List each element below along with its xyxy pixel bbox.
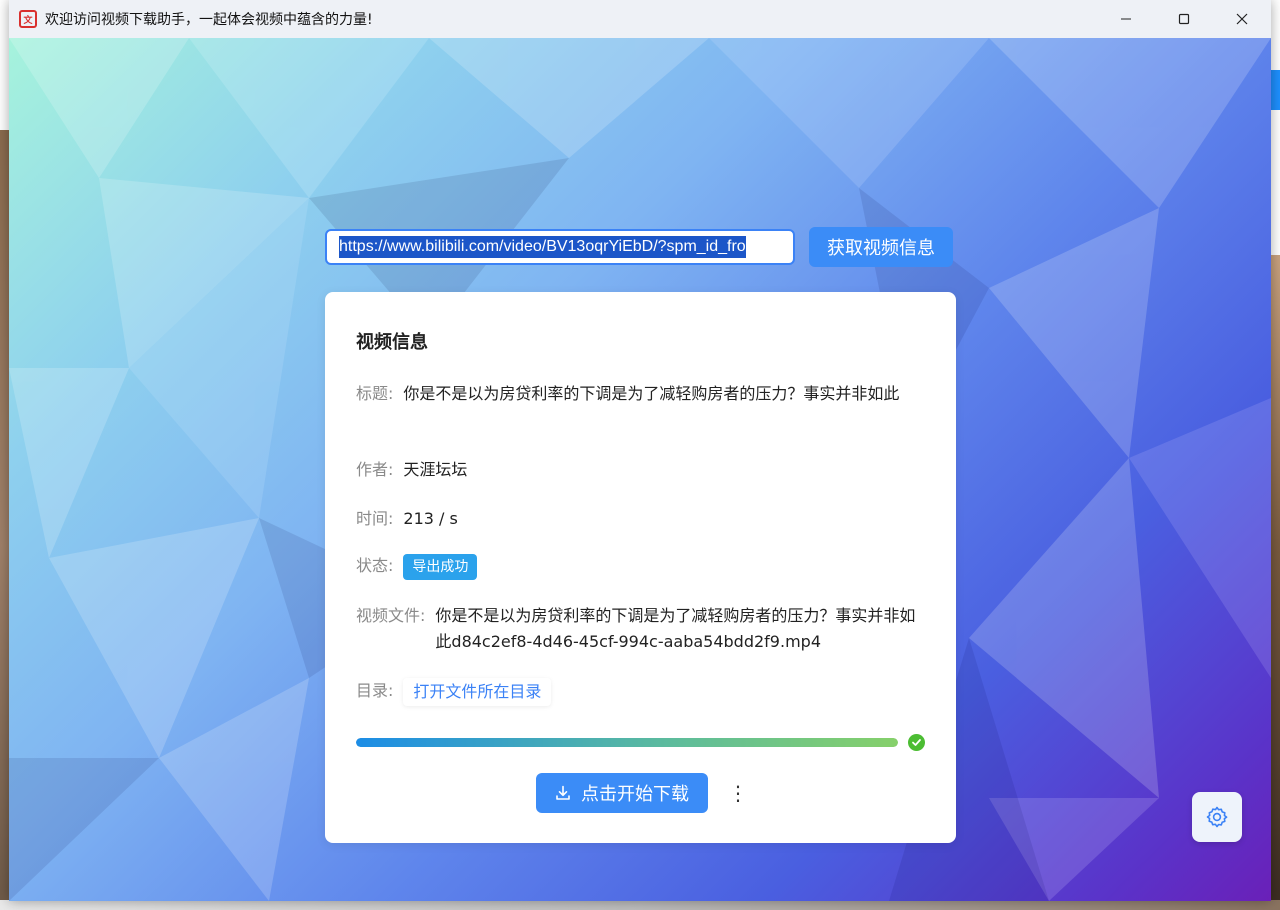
open-folder-link[interactable]: 打开文件所在目录	[403, 678, 552, 706]
title-label: 标题:	[356, 384, 394, 403]
app-icon-text: 文	[23, 15, 33, 26]
app-icon: 文	[19, 10, 37, 28]
progress-track	[356, 737, 898, 747]
time-row: 时间: 213 / s	[356, 506, 926, 532]
video-info-card: 视频信息 标题: 你是不是以为房贷利率的下调是为了减轻购房者的压力？事实并非如此…	[325, 292, 956, 843]
desktop-bottom-edge	[0, 900, 1280, 910]
author-row: 作者: 天涯坛坛	[356, 457, 926, 483]
app-window: 文 欢迎访问视频下载助手，一起体会视频中蕴含的力量! https://www.b…	[9, 0, 1271, 901]
dir-label: 目录:	[356, 681, 394, 700]
download-progress	[356, 732, 926, 752]
settings-button[interactable]	[1192, 792, 1242, 842]
main-content: https://www.bilibili.com/video/BV13oqrYi…	[9, 38, 1271, 901]
download-icon	[556, 785, 570, 800]
author-value: 天涯坛坛	[403, 460, 468, 479]
file-row: 视频文件: 你是不是以为房贷利率的下调是为了减轻购房者的压力？事实并非如此d84…	[356, 603, 926, 655]
minimize-button[interactable]	[1097, 0, 1155, 38]
dir-row: 目录: 打开文件所在目录	[356, 678, 926, 706]
download-actions: 点击开始下载 ⋮	[536, 773, 748, 813]
close-icon	[1236, 13, 1248, 25]
file-label: 视频文件:	[356, 606, 426, 625]
maximize-icon	[1178, 13, 1190, 25]
start-download-label: 点击开始下载	[581, 784, 689, 805]
url-row: https://www.bilibili.com/video/BV13oqrYi…	[325, 227, 956, 267]
window-controls	[1097, 0, 1271, 38]
time-value: 213 / s	[403, 509, 458, 528]
status-row: 状态: 导出成功	[356, 553, 926, 580]
status-badge: 导出成功	[403, 554, 478, 580]
more-vertical-icon[interactable]: ⋮	[728, 778, 748, 808]
window-title: 欢迎访问视频下载助手，一起体会视频中蕴含的力量!	[45, 12, 373, 28]
title-value: 你是不是以为房贷利率的下调是为了减轻购房者的压力？事实并非如此	[403, 384, 900, 403]
progress-fill	[356, 737, 898, 747]
maximize-button[interactable]	[1155, 0, 1213, 38]
url-input[interactable]: https://www.bilibili.com/video/BV13oqrYi…	[325, 229, 795, 265]
file-value: 你是不是以为房贷利率的下调是为了减轻购房者的压力？事实并非如此d84c2ef8-…	[435, 606, 916, 651]
author-label: 作者:	[356, 460, 394, 479]
close-button[interactable]	[1213, 0, 1271, 38]
minimize-icon	[1121, 18, 1131, 20]
url-input-value: https://www.bilibili.com/video/BV13oqrYi…	[339, 236, 746, 258]
title-bar[interactable]: 文 欢迎访问视频下载助手，一起体会视频中蕴含的力量!	[9, 0, 1271, 38]
desktop-right-edge	[1270, 0, 1280, 910]
status-label: 状态:	[356, 556, 394, 575]
gear-icon	[1206, 806, 1228, 828]
card-title: 视频信息	[356, 332, 428, 353]
start-download-button[interactable]: 点击开始下载	[536, 773, 708, 813]
title-row: 标题: 你是不是以为房贷利率的下调是为了减轻购房者的压力？事实并非如此	[356, 381, 926, 407]
time-label: 时间:	[356, 509, 394, 528]
fetch-info-button[interactable]: 获取视频信息	[809, 227, 953, 267]
check-circle-icon	[908, 733, 925, 751]
